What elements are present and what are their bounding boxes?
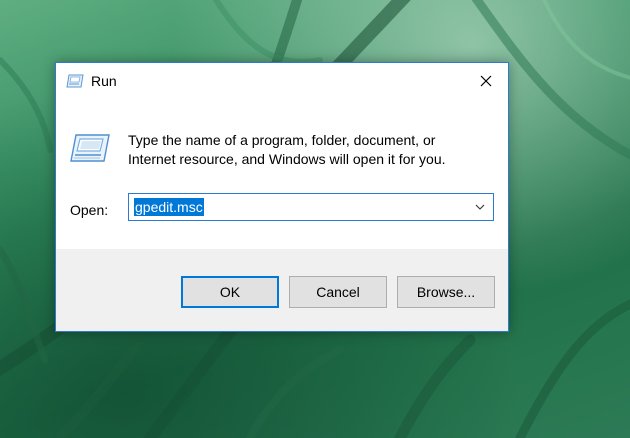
title-bar[interactable]: Run: [56, 63, 508, 99]
close-icon: [480, 75, 492, 87]
button-bar: OK Cancel Browse...: [56, 249, 508, 331]
open-combobox[interactable]: gpedit.msc: [128, 193, 494, 221]
run-icon: [66, 74, 84, 88]
description-line-2: Internet resource, and Windows will open…: [128, 151, 446, 167]
run-dialog: Run Type the name of a program, folder, …: [55, 62, 509, 332]
description-line-1: Type the name of a program, folder, docu…: [128, 132, 436, 148]
desktop-wallpaper: Run Type the name of a program, folder, …: [0, 0, 630, 438]
open-input-value[interactable]: gpedit.msc: [134, 198, 204, 216]
run-icon: [70, 134, 110, 162]
close-button[interactable]: [464, 63, 508, 99]
open-label: Open:: [70, 202, 109, 218]
ok-button[interactable]: OK: [181, 276, 279, 308]
browse-button[interactable]: Browse...: [397, 276, 495, 308]
dropdown-button[interactable]: [471, 198, 489, 216]
chevron-down-icon: [475, 204, 485, 210]
dialog-content: Type the name of a program, folder, docu…: [56, 99, 508, 249]
cancel-button[interactable]: Cancel: [289, 276, 387, 308]
dialog-description: Type the name of a program, folder, docu…: [128, 131, 498, 169]
dialog-title: Run: [91, 73, 117, 89]
